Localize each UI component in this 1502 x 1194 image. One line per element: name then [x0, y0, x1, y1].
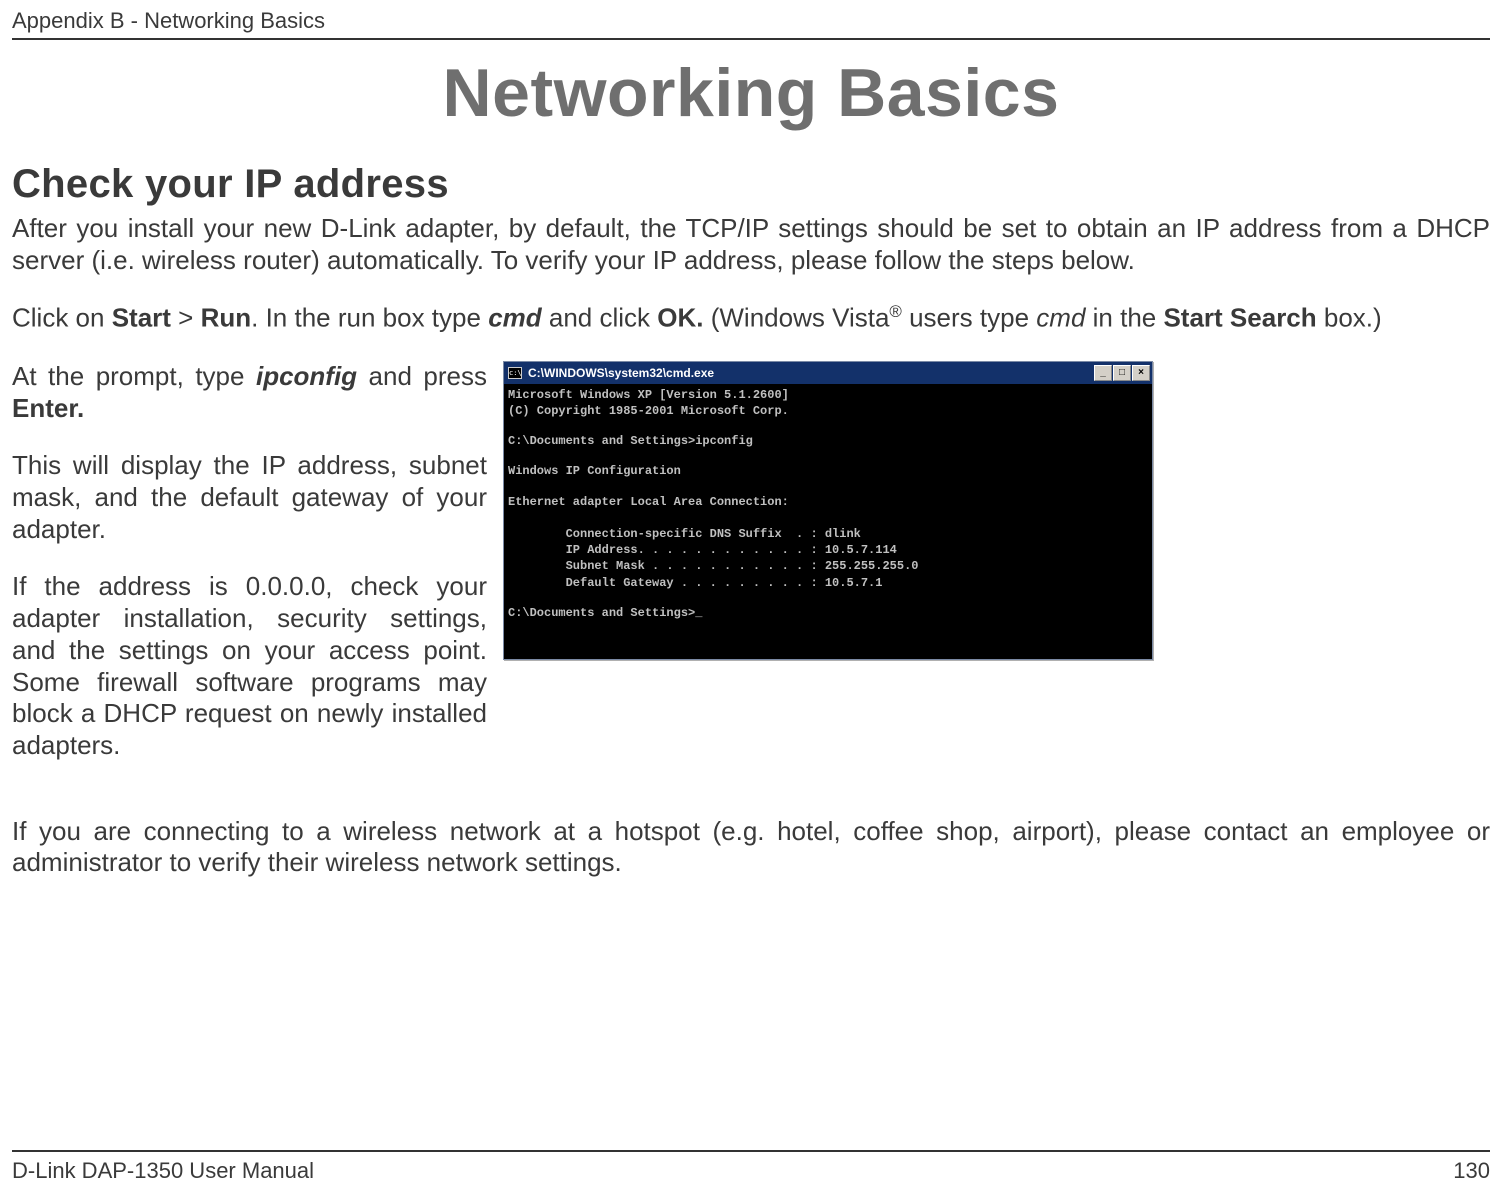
- cmd-line: Ethernet adapter Local Area Connection:: [508, 495, 789, 509]
- start-bold: Start: [112, 303, 171, 333]
- paragraph-troubleshoot: If the address is 0.0.0.0, check your ad…: [12, 571, 487, 761]
- text-fragment: in the: [1085, 303, 1163, 333]
- cmd-line: Microsoft Windows XP [Version 5.1.2600]: [508, 388, 789, 402]
- cmd-line: Connection-specific DNS Suffix . : dlink: [508, 527, 861, 541]
- ipconfig-bold-italic: ipconfig: [256, 361, 357, 391]
- paragraph-ipconfig: At the prompt, type ipconfig and press E…: [12, 361, 487, 424]
- text-fragment: At the prompt, type: [12, 361, 256, 391]
- cmd-icon: [508, 367, 522, 379]
- registered-symbol: ®: [889, 302, 901, 321]
- text-fragment: users type: [902, 303, 1036, 333]
- paragraph-run-cmd: Click on Start > Run. In the run box typ…: [12, 302, 1490, 334]
- close-button[interactable]: ×: [1132, 365, 1150, 381]
- start-search-bold: Start Search: [1163, 303, 1316, 333]
- section-heading: Check your IP address: [12, 162, 1490, 207]
- cmd-window: C:\WINDOWS\system32\cmd.exe _ □ × Micros…: [503, 361, 1153, 660]
- cmd-window-title: C:\WINDOWS\system32\cmd.exe: [528, 366, 714, 380]
- text-fragment: and press: [357, 361, 487, 391]
- run-bold: Run: [201, 303, 252, 333]
- text-fragment: . In the run box type: [251, 303, 488, 333]
- cmd-body: Microsoft Windows XP [Version 5.1.2600] …: [504, 384, 1152, 659]
- minimize-button[interactable]: _: [1094, 365, 1112, 381]
- cmd-titlebar: C:\WINDOWS\system32\cmd.exe _ □ ×: [504, 362, 1152, 384]
- footer-page-number: 130: [1453, 1158, 1490, 1184]
- text-fragment: >: [171, 303, 201, 333]
- cmd-line: C:\Documents and Settings>ipconfig: [508, 434, 753, 448]
- cmd-line: C:\Documents and Settings>_: [508, 606, 702, 620]
- cmd-line: Subnet Mask . . . . . . . . . . . : 255.…: [508, 559, 918, 573]
- header-rule: [12, 38, 1490, 40]
- text-fragment: Click on: [12, 303, 112, 333]
- footer-manual-name: D-Link DAP-1350 User Manual: [12, 1158, 314, 1184]
- paragraph-display: This will display the IP address, subnet…: [12, 450, 487, 545]
- cmd-italic: cmd: [1036, 303, 1085, 333]
- page-title: Networking Basics: [12, 54, 1490, 132]
- text-fragment: (Windows Vista: [704, 303, 890, 333]
- cmd-line: IP Address. . . . . . . . . . . . : 10.5…: [508, 543, 897, 557]
- ok-bold: OK.: [657, 303, 703, 333]
- cmd-line: Default Gateway . . . . . . . . . : 10.5…: [508, 576, 882, 590]
- paragraph-intro: After you install your new D-Link adapte…: [12, 213, 1490, 276]
- cmd-line: Windows IP Configuration: [508, 464, 681, 478]
- cmd-line: (C) Copyright 1985-2001 Microsoft Corp.: [508, 404, 789, 418]
- cmd-bold-italic: cmd: [488, 303, 541, 333]
- text-fragment: box.): [1317, 303, 1382, 333]
- running-head: Appendix B - Networking Basics: [12, 8, 1490, 38]
- maximize-button[interactable]: □: [1113, 365, 1131, 381]
- footer-rule: [12, 1150, 1490, 1152]
- paragraph-hotspot: If you are connecting to a wireless netw…: [12, 816, 1490, 879]
- enter-bold: Enter.: [12, 393, 84, 423]
- text-fragment: and click: [542, 303, 658, 333]
